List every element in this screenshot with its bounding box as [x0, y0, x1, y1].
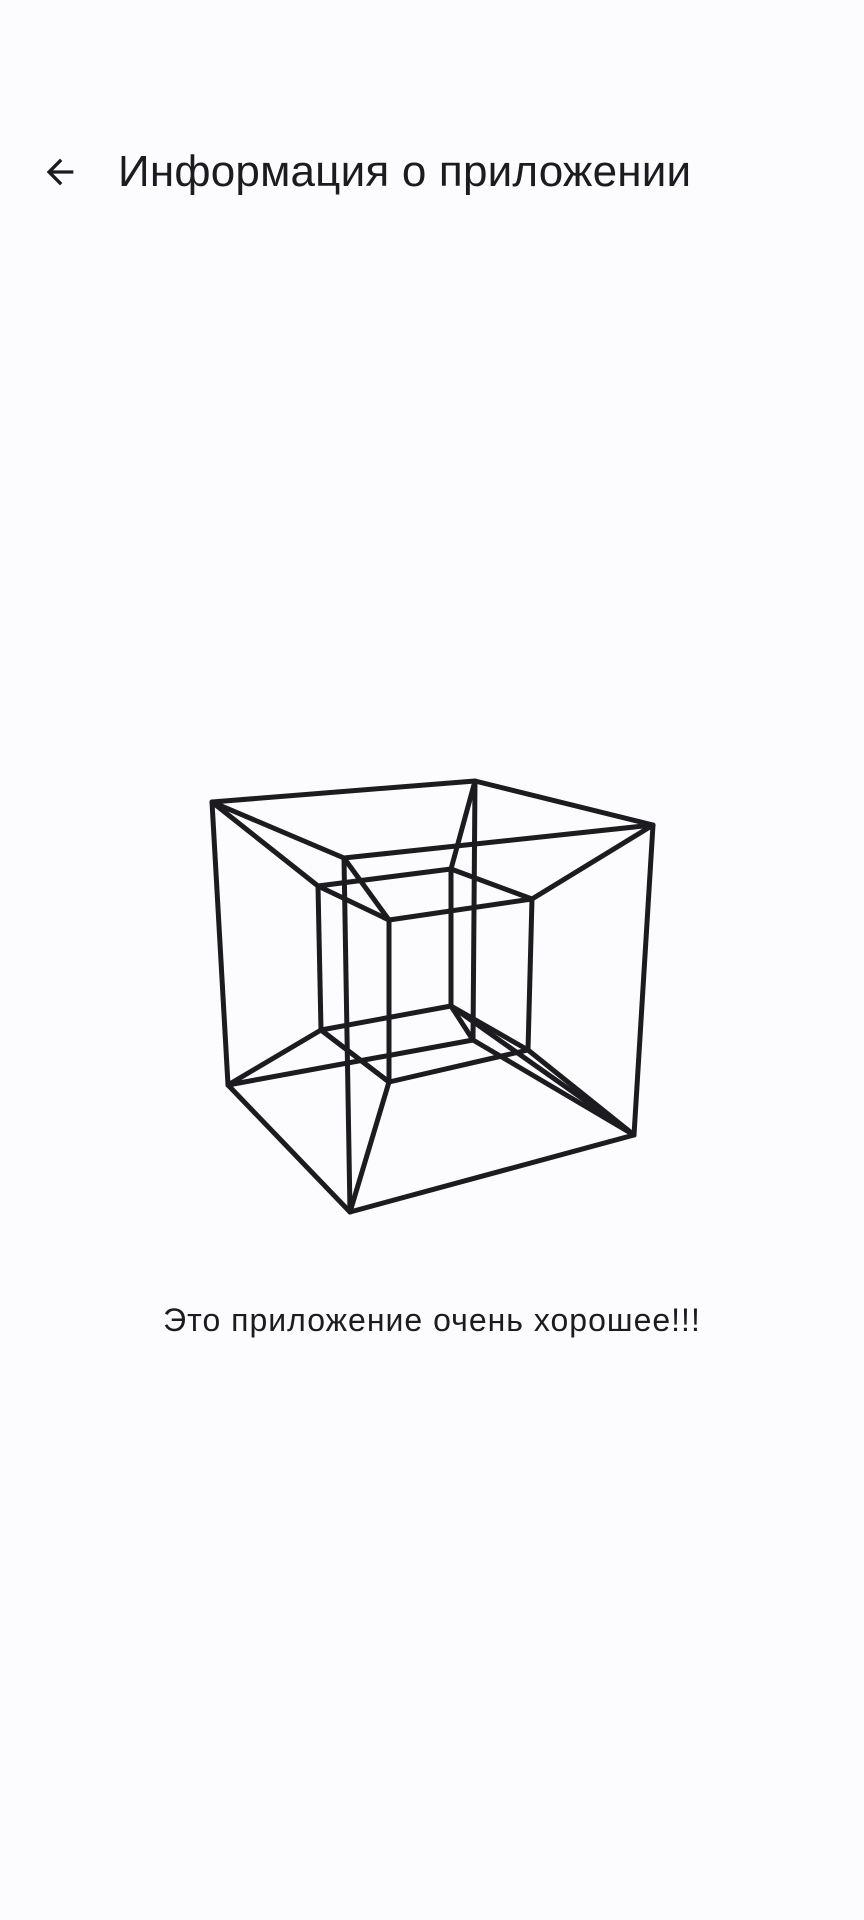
tesseract-icon [209, 778, 656, 1215]
app-description: Это приложение очень хорошее!!! [163, 1302, 701, 1338]
